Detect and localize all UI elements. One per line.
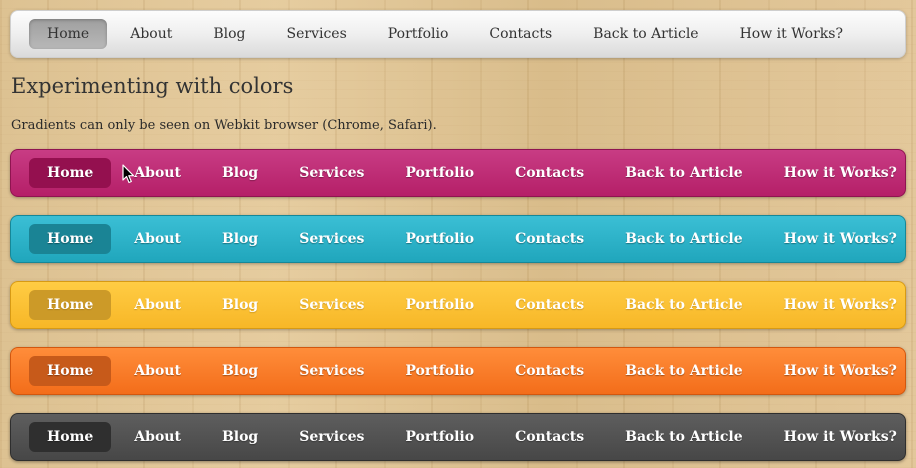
menu-item-home[interactable]: Home — [29, 158, 112, 188]
menu-item-blog[interactable]: Blog — [204, 422, 276, 452]
menu-item-services[interactable]: Services — [281, 356, 382, 386]
menu-item-blog[interactable]: Blog — [204, 356, 276, 386]
menu-item-home[interactable]: Home — [29, 290, 112, 320]
menu-item-back-to-article[interactable]: Back to Article — [607, 422, 760, 452]
menu-orange: Home About Blog Services Portfolio Conta… — [10, 347, 906, 395]
menu-item-home[interactable]: Home — [29, 19, 108, 49]
menu-item-services[interactable]: Services — [281, 290, 382, 320]
menu-item-back-to-article[interactable]: Back to Article — [607, 224, 760, 254]
menu-pink: Home About Blog Services Portfolio Conta… — [10, 149, 906, 197]
menu-item-back-to-article[interactable]: Back to Article — [607, 290, 760, 320]
menu-yellow: Home About Blog Services Portfolio Conta… — [10, 281, 906, 329]
menu-teal: Home About Blog Services Portfolio Conta… — [10, 215, 906, 263]
menu-item-contacts[interactable]: Contacts — [497, 224, 602, 254]
menu-item-contacts[interactable]: Contacts — [497, 422, 602, 452]
menu-item-home[interactable]: Home — [29, 224, 112, 254]
menu-gray: Home About Blog Services Portfolio Conta… — [10, 10, 906, 58]
menu-item-home[interactable]: Home — [29, 356, 112, 386]
menu-item-blog[interactable]: Blog — [195, 19, 263, 49]
menu-item-blog[interactable]: Blog — [204, 290, 276, 320]
menu-item-blog[interactable]: Blog — [204, 158, 276, 188]
menu-item-how-it-works[interactable]: How it Works? — [766, 290, 915, 320]
menu-item-about[interactable]: About — [116, 290, 199, 320]
menu-item-back-to-article[interactable]: Back to Article — [575, 19, 716, 49]
menu-item-about[interactable]: About — [116, 422, 199, 452]
menu-item-services[interactable]: Services — [281, 224, 382, 254]
menu-item-about[interactable]: About — [116, 224, 199, 254]
menu-item-portfolio[interactable]: Portfolio — [387, 422, 492, 452]
menu-item-back-to-article[interactable]: Back to Article — [607, 158, 760, 188]
menu-dark: Home About Blog Services Portfolio Conta… — [10, 413, 906, 461]
menu-item-how-it-works[interactable]: How it Works? — [766, 158, 915, 188]
menu-item-contacts[interactable]: Contacts — [497, 158, 602, 188]
menu-item-contacts[interactable]: Contacts — [471, 19, 570, 49]
menu-item-blog[interactable]: Blog — [204, 224, 276, 254]
menu-item-home[interactable]: Home — [29, 422, 112, 452]
menu-item-services[interactable]: Services — [281, 422, 382, 452]
menu-item-portfolio[interactable]: Portfolio — [387, 158, 492, 188]
menu-item-portfolio[interactable]: Portfolio — [387, 224, 492, 254]
menu-item-about[interactable]: About — [116, 158, 199, 188]
menu-item-how-it-works[interactable]: How it Works? — [766, 356, 915, 386]
browser-note: Gradients can only be seen on Webkit bro… — [11, 118, 437, 133]
page-heading: Experimenting with colors — [11, 74, 294, 98]
menu-item-services[interactable]: Services — [269, 19, 365, 49]
menu-item-portfolio[interactable]: Portfolio — [387, 356, 492, 386]
menu-item-services[interactable]: Services — [281, 158, 382, 188]
menu-item-back-to-article[interactable]: Back to Article — [607, 356, 760, 386]
menu-item-portfolio[interactable]: Portfolio — [370, 19, 467, 49]
menu-item-portfolio[interactable]: Portfolio — [387, 290, 492, 320]
menu-item-how-it-works[interactable]: How it Works? — [766, 422, 915, 452]
menu-item-contacts[interactable]: Contacts — [497, 290, 602, 320]
menu-item-about[interactable]: About — [116, 356, 199, 386]
menu-item-contacts[interactable]: Contacts — [497, 356, 602, 386]
menu-item-about[interactable]: About — [112, 19, 190, 49]
menu-item-how-it-works[interactable]: How it Works? — [722, 19, 861, 49]
menu-item-how-it-works[interactable]: How it Works? — [766, 224, 915, 254]
